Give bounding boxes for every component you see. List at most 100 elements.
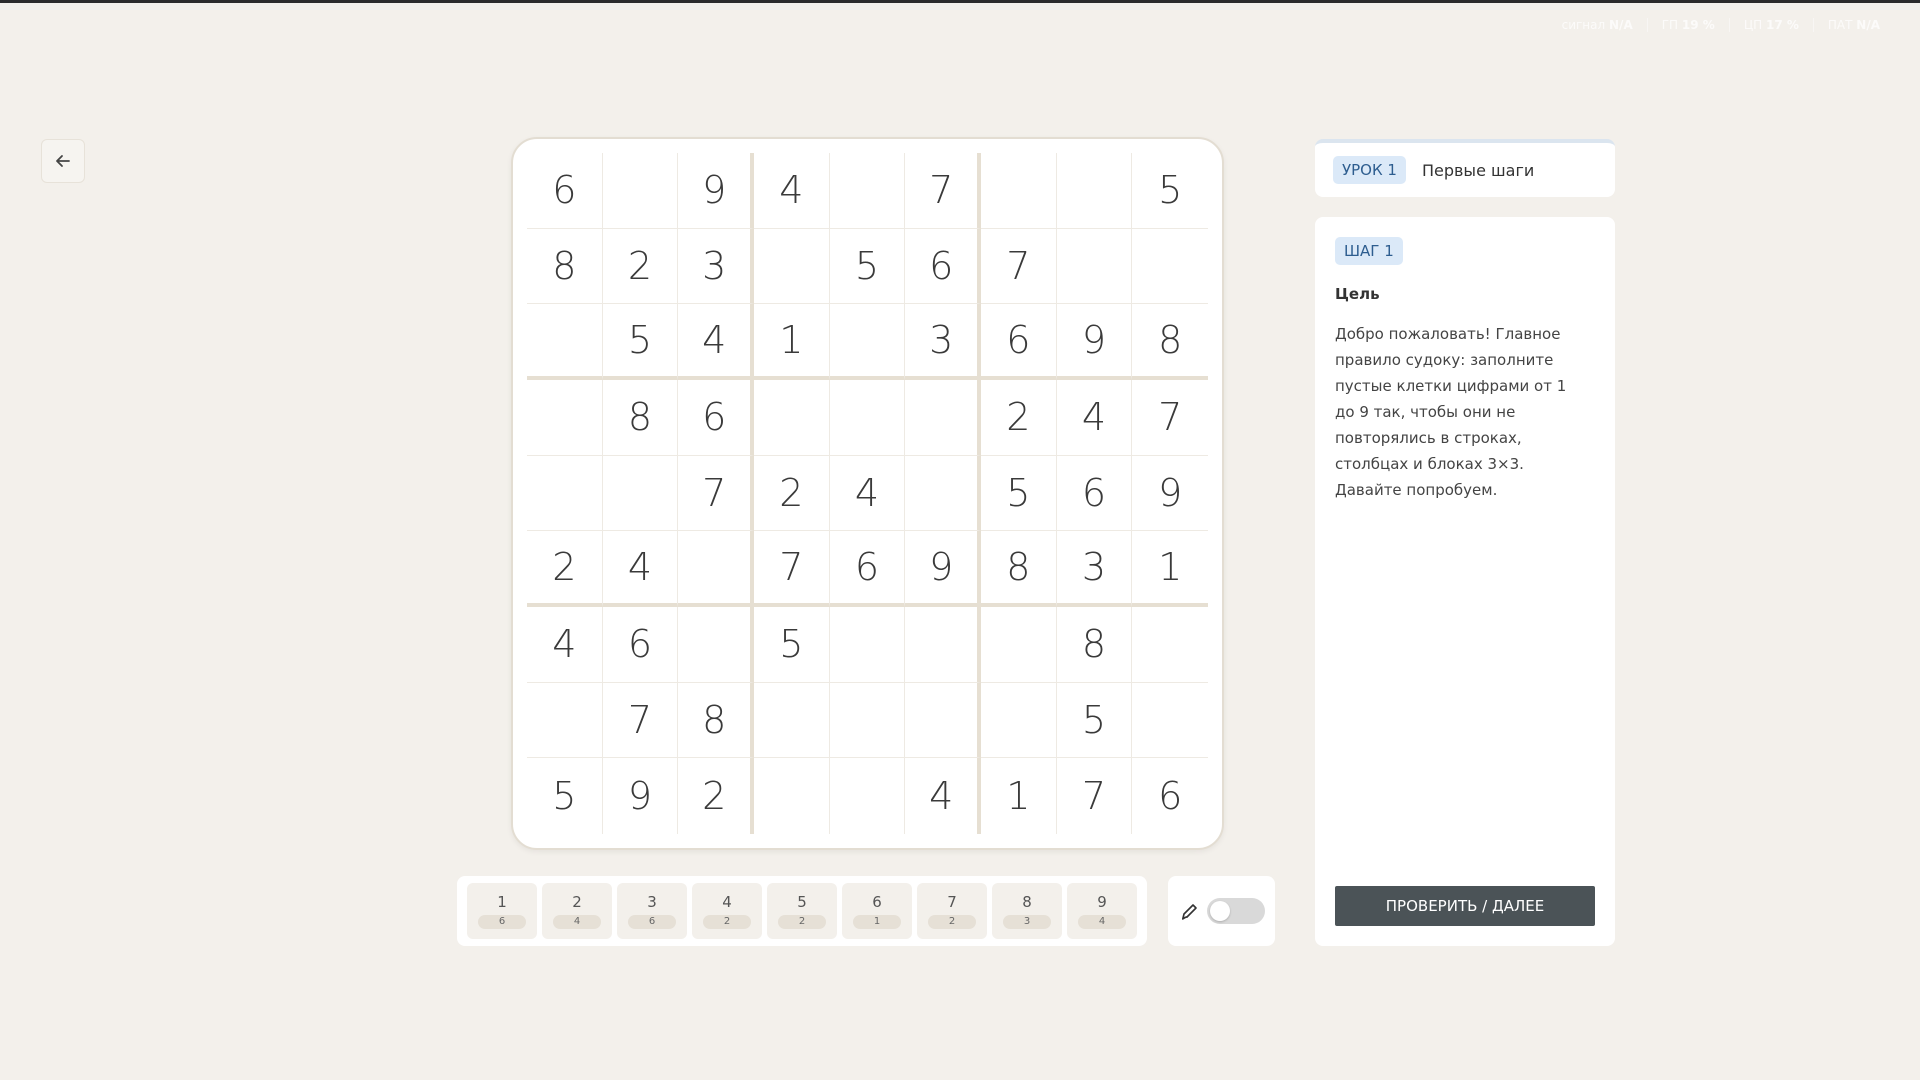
sudoku-cell[interactable]: 9: [1132, 456, 1208, 532]
sudoku-cell[interactable]: 7: [678, 455, 754, 532]
sudoku-cell[interactable]: [753, 228, 830, 305]
sudoku-cell[interactable]: 6: [905, 228, 981, 305]
sudoku-cell[interactable]: 5: [1056, 682, 1133, 759]
sudoku-cell[interactable]: [830, 758, 906, 834]
sudoku-cell[interactable]: [905, 682, 981, 759]
sudoku-cell[interactable]: 8: [1056, 606, 1133, 683]
sudoku-cell[interactable]: 7: [905, 153, 981, 229]
sudoku-cell[interactable]: 7: [602, 682, 679, 759]
sudoku-cell[interactable]: 5: [753, 606, 830, 683]
sudoku-cell[interactable]: [678, 531, 754, 607]
sudoku-cell[interactable]: 5: [980, 455, 1057, 532]
sudoku-cell[interactable]: 6: [678, 379, 754, 456]
sudoku-cell[interactable]: 7: [1132, 380, 1208, 456]
sudoku-cell[interactable]: 1: [981, 758, 1057, 834]
sudoku-cell[interactable]: [980, 153, 1057, 229]
sudoku-cell[interactable]: 6: [1056, 455, 1133, 532]
check-next-button[interactable]: ПРОВЕРИТЬ / ДАЛЕЕ: [1335, 886, 1595, 926]
sudoku-cell[interactable]: 6: [527, 153, 603, 229]
sudoku-cell[interactable]: 4: [602, 531, 679, 607]
sudoku-cell[interactable]: [1132, 229, 1208, 305]
sudoku-cell[interactable]: [829, 379, 906, 456]
sudoku-cell[interactable]: 7: [980, 228, 1057, 305]
sudoku-cell[interactable]: [829, 304, 906, 380]
sudoku-cell[interactable]: 4: [753, 153, 830, 229]
sudoku-cell[interactable]: [527, 304, 603, 380]
sudoku-grid: 6947582356754136988624772456924769831465…: [527, 153, 1208, 834]
sudoku-cell[interactable]: 9: [678, 153, 754, 229]
sudoku-cell[interactable]: 4: [829, 455, 906, 532]
sudoku-cell[interactable]: 8: [678, 682, 754, 759]
number-key-remaining-count: 4: [553, 915, 601, 929]
sudoku-cell[interactable]: [1056, 153, 1133, 229]
sudoku-cell[interactable]: [905, 606, 981, 683]
sudoku-cell[interactable]: [602, 455, 679, 532]
sudoku-cell[interactable]: [905, 455, 981, 532]
sudoku-cell[interactable]: 9: [603, 758, 679, 834]
sudoku-cell[interactable]: 8: [527, 228, 603, 305]
sudoku-cell[interactable]: [905, 379, 981, 456]
number-key-digit: 7: [947, 893, 957, 911]
sudoku-cell[interactable]: [980, 606, 1057, 683]
sudoku-cell[interactable]: 8: [1132, 304, 1208, 380]
sudoku-cell[interactable]: 6: [602, 606, 679, 683]
sudoku-cell[interactable]: 1: [753, 304, 830, 380]
sudoku-cell[interactable]: 8: [602, 379, 679, 456]
number-key-3[interactable]: 36: [617, 883, 687, 939]
number-key-9[interactable]: 94: [1067, 883, 1137, 939]
sudoku-cell[interactable]: [527, 682, 603, 759]
sudoku-cell[interactable]: 3: [905, 304, 981, 380]
sudoku-cell[interactable]: [527, 455, 603, 532]
sudoku-cell[interactable]: [1056, 228, 1133, 305]
sudoku-cell[interactable]: 4: [678, 304, 754, 380]
stat-cpu: ЦП 17 %: [1743, 18, 1799, 32]
sudoku-cell[interactable]: 4: [905, 758, 981, 834]
sudoku-cell[interactable]: [678, 606, 754, 683]
sudoku-cell[interactable]: 4: [1056, 379, 1133, 456]
number-key-8[interactable]: 83: [992, 883, 1062, 939]
sudoku-cell[interactable]: 7: [1057, 758, 1133, 834]
pencil-mode-toggle[interactable]: [1206, 898, 1265, 924]
number-key-digit: 3: [647, 893, 657, 911]
number-key-7[interactable]: 72: [917, 883, 987, 939]
number-key-4[interactable]: 42: [692, 883, 762, 939]
number-key-2[interactable]: 24: [542, 883, 612, 939]
sudoku-cell[interactable]: 5: [1132, 153, 1208, 229]
number-key-digit: 2: [572, 893, 582, 911]
number-key-1[interactable]: 16: [467, 883, 537, 939]
sudoku-cell[interactable]: [829, 606, 906, 683]
sudoku-cell[interactable]: [829, 153, 906, 229]
sudoku-cell[interactable]: [753, 682, 830, 759]
sudoku-cell[interactable]: [1132, 683, 1208, 759]
sudoku-cell[interactable]: [753, 379, 830, 456]
sudoku-cell[interactable]: 1: [1132, 531, 1208, 607]
sudoku-cell[interactable]: 7: [753, 531, 830, 607]
sudoku-cell[interactable]: 5: [602, 304, 679, 380]
sudoku-cell[interactable]: 6: [1132, 758, 1208, 834]
number-key-5[interactable]: 52: [767, 883, 837, 939]
sudoku-cell[interactable]: 6: [980, 304, 1057, 380]
sudoku-cell[interactable]: 8: [980, 531, 1057, 607]
sudoku-cell[interactable]: [829, 682, 906, 759]
sudoku-cell[interactable]: 2: [980, 379, 1057, 456]
sudoku-cell[interactable]: [1132, 607, 1208, 683]
sudoku-cell[interactable]: 2: [527, 531, 603, 607]
sudoku-cell[interactable]: 4: [527, 606, 603, 683]
sudoku-cell[interactable]: 5: [829, 228, 906, 305]
sudoku-cell[interactable]: 3: [1056, 531, 1133, 607]
number-key-6[interactable]: 61: [842, 883, 912, 939]
sudoku-cell[interactable]: 2: [602, 228, 679, 305]
sudoku-cell[interactable]: 3: [678, 228, 754, 305]
sudoku-cell[interactable]: 6: [829, 531, 906, 607]
sudoku-cell[interactable]: [754, 758, 830, 834]
sudoku-cell[interactable]: 2: [753, 455, 830, 532]
sudoku-cell[interactable]: 9: [1056, 304, 1133, 380]
sudoku-cell[interactable]: 9: [905, 531, 981, 607]
sudoku-cell[interactable]: [527, 379, 603, 456]
sudoku-cell[interactable]: [602, 153, 679, 229]
sudoku-cell[interactable]: 5: [527, 758, 603, 834]
sudoku-cell[interactable]: 2: [678, 758, 754, 834]
sudoku-cell[interactable]: [980, 682, 1057, 759]
back-button[interactable]: [41, 139, 85, 183]
number-key-digit: 5: [797, 893, 807, 911]
